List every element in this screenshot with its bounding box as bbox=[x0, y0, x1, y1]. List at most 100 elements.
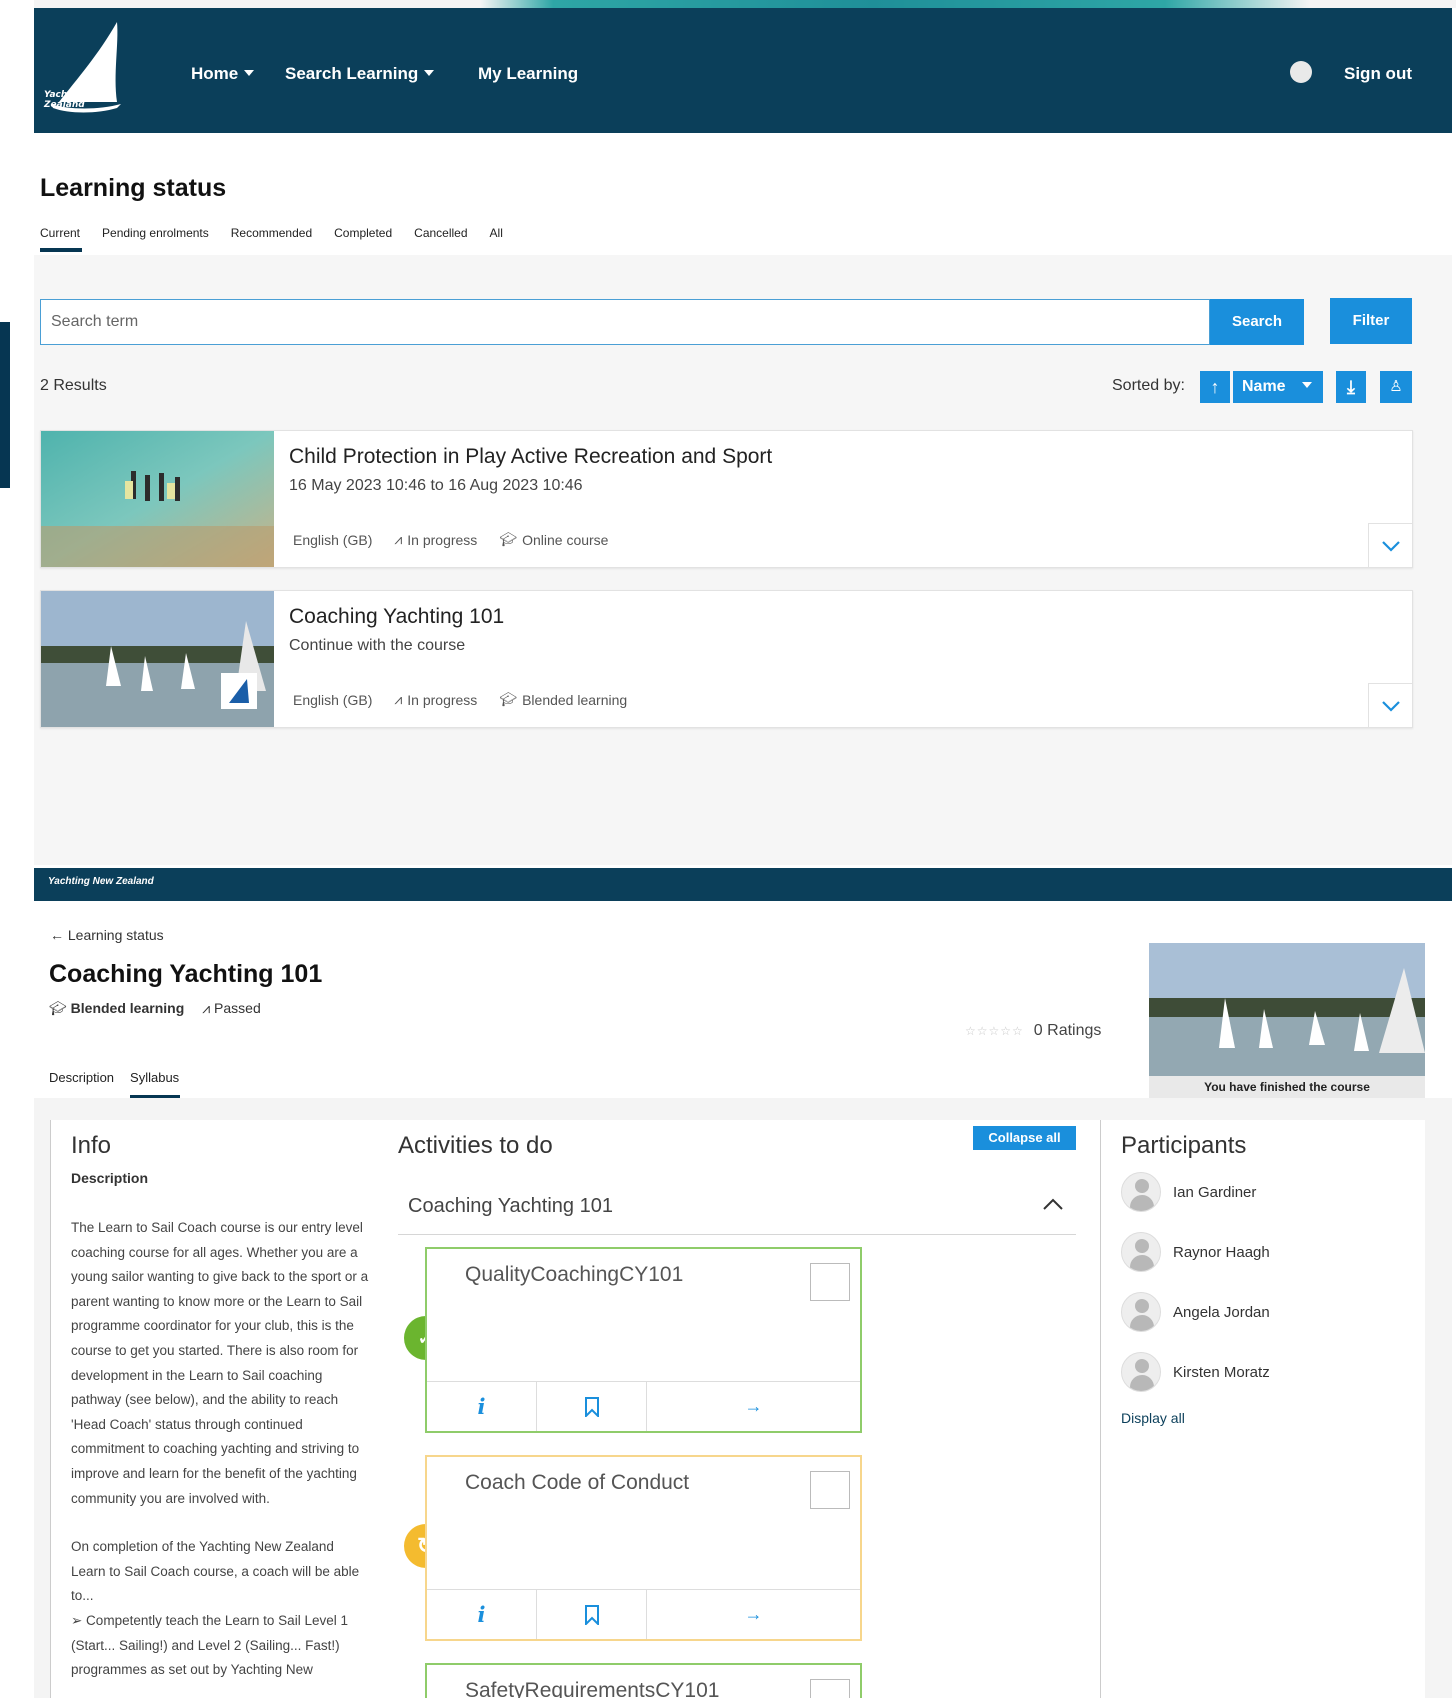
arrow-left-icon: ← bbox=[50, 927, 68, 943]
sort-select-value: Name bbox=[1242, 378, 1286, 395]
arrow-right-icon[interactable]: → bbox=[647, 1590, 860, 1639]
graduation-cap-icon: 🎓︎ bbox=[49, 1000, 71, 1016]
tab-syllabus[interactable]: Syllabus bbox=[130, 1070, 181, 1099]
course-hero-image: You have finished the course bbox=[1149, 943, 1425, 1098]
sign-out-link[interactable]: Sign out bbox=[1344, 64, 1412, 84]
info-paragraph: On completion of the Yachting New Zealan… bbox=[71, 1539, 360, 1604]
tab-pending-enrolments[interactable]: Pending enrolments bbox=[102, 226, 209, 252]
info-icon[interactable]: i bbox=[427, 1382, 537, 1431]
arrow-up-icon: ↑ bbox=[1210, 377, 1220, 397]
course-thumbnail bbox=[41, 591, 274, 727]
participants-title: Participants bbox=[1121, 1132, 1247, 1159]
status-tag: ⩘ In progress bbox=[394, 691, 477, 708]
expand-button[interactable] bbox=[1368, 683, 1412, 727]
avatar-icon bbox=[1121, 1292, 1161, 1332]
certificate-button[interactable]: ♙ bbox=[1380, 371, 1412, 403]
course-card[interactable]: Child Protection in Play Active Recreati… bbox=[40, 430, 1413, 568]
pulse-icon: ⩘ bbox=[202, 1000, 215, 1016]
course-title[interactable]: Coaching Yachting 101 bbox=[289, 605, 504, 629]
sort-direction-button[interactable]: ↑ bbox=[1200, 371, 1230, 403]
status-tag: ⩘ In progress bbox=[394, 531, 477, 548]
info-subtitle: Description bbox=[71, 1170, 149, 1186]
activities-panel: Activities to do Collapse all Coaching Y… bbox=[380, 1120, 1100, 1698]
type-text: Blended learning bbox=[70, 1000, 185, 1016]
tab-completed[interactable]: Completed bbox=[334, 226, 392, 252]
type-tag: 🎓︎ Blended learning bbox=[499, 691, 627, 708]
brand-text: Yachting New Zealand bbox=[48, 876, 154, 887]
tab-cancelled[interactable]: Cancelled bbox=[414, 226, 467, 252]
page-title: Learning status bbox=[40, 174, 227, 202]
tab-all[interactable]: All bbox=[490, 226, 503, 252]
chevron-down-icon bbox=[424, 70, 435, 76]
search-input[interactable]: Search term bbox=[40, 299, 1210, 345]
brand-logo[interactable]: Yachting New Zealand bbox=[39, 14, 134, 124]
section-header[interactable]: Coaching Yachting 101 bbox=[398, 1185, 1076, 1235]
course-detail-title: Coaching Yachting 101 bbox=[49, 960, 323, 988]
course-card[interactable]: Coaching Yachting 101 Continue with the … bbox=[40, 590, 1413, 728]
arrow-right-icon[interactable]: → bbox=[647, 1382, 860, 1431]
nav-home[interactable]: Home bbox=[191, 64, 255, 84]
nav-home-label: Home bbox=[191, 64, 239, 83]
back-link[interactable]: ← Learning status bbox=[50, 927, 164, 943]
participant[interactable]: Ian Gardiner bbox=[1121, 1172, 1256, 1212]
activity-card[interactable]: Coach Code of Conduct i → bbox=[425, 1455, 862, 1641]
status-tabs: Current Pending enrolments Recommended C… bbox=[40, 226, 503, 252]
course-meta: English (GB) ⩘ In progress 🎓︎ Online cours… bbox=[293, 531, 608, 548]
pulse-icon: ⩘ bbox=[394, 531, 403, 547]
nav-my-learning[interactable]: My Learning bbox=[478, 64, 578, 84]
info-panel: Info Description The Learn to Sail Coach… bbox=[50, 1120, 380, 1698]
top-decoration bbox=[0, 0, 1456, 8]
sorted-by-label: Sorted by: bbox=[1112, 377, 1185, 394]
tab-current[interactable]: Current bbox=[40, 226, 83, 252]
activity-card[interactable]: QualityCoachingCY101 i → bbox=[425, 1247, 862, 1433]
ratings-count: 0 Ratings bbox=[1033, 1022, 1102, 1039]
type-tag: 🎓︎ Online course bbox=[499, 531, 608, 548]
participant[interactable]: Kirsten Moratz bbox=[1121, 1352, 1270, 1392]
certificate-icon: ♙ bbox=[1389, 378, 1403, 395]
chevron-down-icon bbox=[1301, 382, 1312, 388]
activity-name: SafetyRequirementsCY101 bbox=[465, 1679, 720, 1698]
activity-name: QualityCoachingCY101 bbox=[465, 1263, 684, 1286]
status-text: In progress bbox=[407, 691, 478, 708]
participant[interactable]: Raynor Haagh bbox=[1121, 1232, 1270, 1272]
user-avatar-icon[interactable] bbox=[1290, 61, 1312, 83]
info-paragraph: The Learn to Sail Coach course is our en… bbox=[71, 1220, 369, 1506]
avatar-icon bbox=[1121, 1352, 1161, 1392]
chevron-up-icon bbox=[1043, 1198, 1063, 1210]
nav-search-learning-label: Search Learning bbox=[285, 64, 419, 83]
course-title[interactable]: Child Protection in Play Active Recreati… bbox=[289, 445, 772, 469]
download-button[interactable]: ⤓ bbox=[1336, 371, 1366, 403]
status-text: In progress bbox=[407, 531, 478, 548]
expand-button[interactable] bbox=[1368, 523, 1412, 567]
ratings[interactable]: ☆☆☆☆☆ 0 Ratings bbox=[965, 1022, 1101, 1040]
tab-description[interactable]: Description bbox=[49, 1070, 114, 1099]
participant[interactable]: Angela Jordan bbox=[1121, 1292, 1270, 1332]
display-all-link[interactable]: Display all bbox=[1121, 1410, 1185, 1426]
tab-recommended[interactable]: Recommended bbox=[231, 226, 312, 252]
info-icon[interactable]: i bbox=[427, 1590, 537, 1639]
bookmark-icon[interactable] bbox=[537, 1382, 647, 1431]
side-accent bbox=[0, 322, 10, 488]
nav-search-learning[interactable]: Search Learning bbox=[285, 64, 435, 84]
bookmark-icon[interactable] bbox=[537, 1590, 647, 1639]
participants-panel: Participants Ian Gardiner Raynor Haagh A… bbox=[1100, 1120, 1425, 1698]
activity-actions: i → bbox=[427, 1381, 860, 1431]
detail-header-bar: Yachting New Zealand bbox=[34, 868, 1452, 901]
search-button[interactable]: Search bbox=[1210, 299, 1304, 345]
star-rating-icon: ☆☆☆☆☆ bbox=[965, 1024, 1024, 1038]
chevron-down-icon bbox=[1381, 700, 1400, 712]
sort-select[interactable]: Name bbox=[1233, 371, 1323, 403]
collapse-all-button[interactable]: Collapse all bbox=[973, 1126, 1076, 1150]
participant-name: Ian Gardiner bbox=[1173, 1183, 1257, 1201]
activity-actions: i → bbox=[427, 1589, 860, 1639]
avatar-icon bbox=[1121, 1232, 1161, 1272]
pulse-icon: ⩘ bbox=[394, 691, 403, 707]
activity-card[interactable]: SafetyRequirementsCY101 bbox=[425, 1663, 862, 1698]
detail-tabs: Description Syllabus bbox=[49, 1070, 181, 1099]
nav-my-learning-label: My Learning bbox=[478, 64, 579, 83]
chevron-down-icon bbox=[244, 70, 255, 76]
status-tag: ⩘ Passed bbox=[202, 1000, 261, 1017]
course-icon bbox=[810, 1679, 850, 1698]
filter-button[interactable]: Filter bbox=[1330, 298, 1412, 344]
course-dates: 16 May 2023 10:46 to 16 Aug 2023 10:46 bbox=[289, 477, 583, 494]
